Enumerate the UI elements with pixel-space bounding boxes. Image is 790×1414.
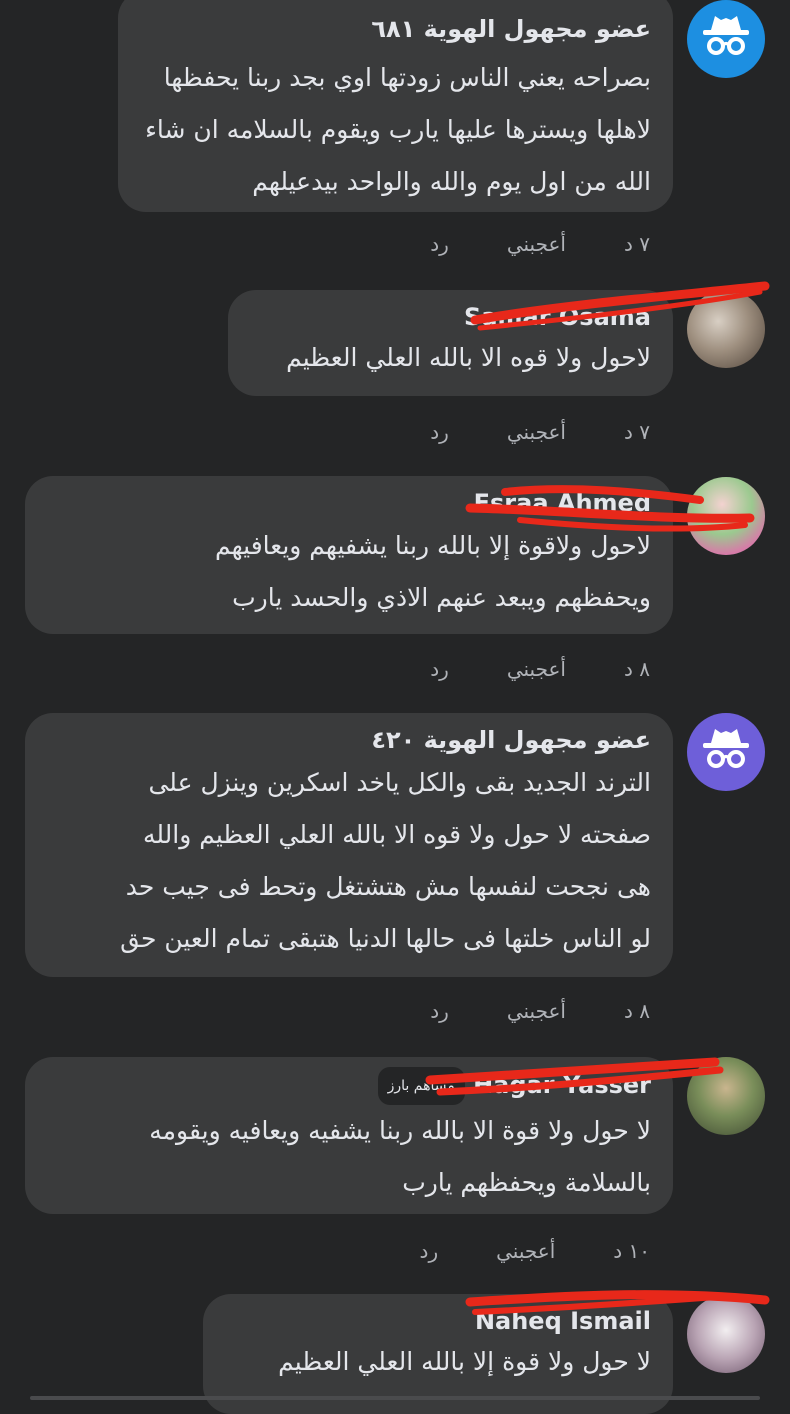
comment-author[interactable]: Esraa Ahmed [47, 486, 651, 520]
like-button[interactable]: أعجبني [496, 1239, 555, 1263]
comment-bubble: Samar Osama لاحول ولا قوه الا بالله العل… [228, 290, 673, 396]
comment-time: ٨ د [623, 999, 650, 1023]
comment-bubble: Hagar Yasser مساهم بارز لا حول ولا قوة ا… [25, 1057, 673, 1214]
incognito-icon [703, 16, 749, 55]
like-button[interactable]: أعجبني [507, 999, 566, 1023]
comment-author[interactable]: Naheq Ismail [225, 1304, 651, 1338]
avatar[interactable] [687, 1057, 765, 1135]
incognito-icon [703, 729, 749, 768]
comment-time: ٨ د [623, 657, 650, 681]
reply-button[interactable]: رد [420, 1239, 439, 1263]
comment-text-line: لاحول ولا قوه الا بالله العلي العظيم [286, 343, 651, 372]
comment-actions: ٨ د أعجبني رد [430, 654, 650, 684]
comment-text-line: بصراحه يعني الناس زودتها اوي بجد ربنا يح… [163, 63, 651, 92]
comment-author[interactable]: عضو مجهول الهوية ٦٨١ [140, 12, 651, 46]
avatar-anonymous[interactable] [687, 713, 765, 791]
comment-bubble: Esraa Ahmed لاحول ولاقوة إلا بالله ربنا … [25, 476, 673, 634]
comment-actions: ٧ د أعجبني رد [430, 229, 650, 259]
top-contributor-badge: مساهم بارز [377, 1067, 465, 1105]
comment-text-line: لاحول ولاقوة إلا بالله ربنا يشفيهم ويعاف… [214, 531, 651, 560]
reply-button[interactable]: رد [430, 999, 449, 1023]
comment-text-line: لاهلها ويسترها عليها يارب ويقوم بالسلامه… [145, 115, 651, 144]
like-button[interactable]: أعجبني [507, 657, 566, 681]
reply-button[interactable]: رد [430, 420, 449, 444]
comment-time: ١٠ د [613, 1239, 650, 1263]
comment-text-line: الله من اول يوم والله والواحد بيدعيلهم [252, 167, 651, 196]
avatar[interactable] [687, 477, 765, 555]
comment-text-line: ويحفظهم ويبعد عنهم الاذي والحسد يارب [232, 583, 651, 612]
like-button[interactable]: أعجبني [507, 420, 566, 444]
comment-author-row: Hagar Yasser مساهم بارز [47, 1067, 651, 1105]
comment-text-line: لا حول ولا قوة إلا بالله العلي العظيم [278, 1347, 651, 1376]
comment-text-line: لا حول ولا قوة الا بالله ربنا يشفيه ويعا… [149, 1116, 651, 1145]
comment-time: ٧ د [623, 420, 650, 444]
comment-text-line: هى نجحت لنفسها مش هتشتغل وتحط فى جيب حد [125, 872, 651, 901]
avatar-anonymous[interactable] [687, 0, 765, 78]
reply-button[interactable]: رد [430, 657, 449, 681]
avatar[interactable] [687, 290, 765, 368]
comment-author[interactable]: عضو مجهول الهوية ٤٢٠ [47, 723, 651, 757]
comment-author[interactable]: Hagar Yasser [473, 1071, 651, 1099]
avatar[interactable] [687, 1295, 765, 1373]
comment-text-line: الترند الجديد بقى والكل ياخد اسكرين وينز… [148, 768, 651, 797]
next-comment-edge [30, 1396, 760, 1400]
comment-actions: ٨ د أعجبني رد [430, 996, 650, 1026]
comment-bubble: عضو مجهول الهوية ٤٢٠ الترند الجديد بقى و… [25, 713, 673, 977]
comment-text-line: صفحته لا حول ولا قوه الا بالله العلي الع… [142, 820, 651, 849]
comment-time: ٧ د [623, 232, 650, 256]
comment-text-line: لو الناس خلتها فى حالها الدنيا هتبقى تما… [120, 924, 651, 953]
comment-bubble: عضو مجهول الهوية ٦٨١ بصراحه يعني الناس ز… [118, 0, 673, 212]
comment-actions: ١٠ د أعجبني رد [420, 1236, 650, 1266]
comment-author[interactable]: Samar Osama [250, 300, 651, 334]
comment-text-line: بالسلامة ويحفظهم يارب [402, 1168, 651, 1197]
comment-actions: ٧ د أعجبني رد [430, 417, 650, 447]
like-button[interactable]: أعجبني [507, 232, 566, 256]
reply-button[interactable]: رد [430, 232, 449, 256]
